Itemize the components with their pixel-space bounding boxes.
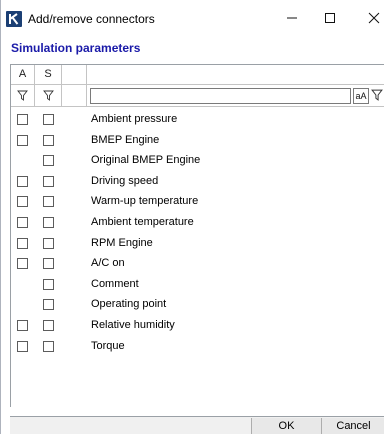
table-row[interactable]: A/C on xyxy=(11,254,384,275)
window-title: Add/remove connectors xyxy=(28,12,155,26)
column-header-s[interactable]: S xyxy=(35,65,62,84)
filter-icon xyxy=(17,90,28,101)
match-case-button[interactable]: aA xyxy=(353,88,369,104)
app-logo-icon xyxy=(6,11,22,27)
connector-label: Ambient temperature xyxy=(91,215,194,228)
a-checkbox[interactable] xyxy=(17,258,28,270)
table-row[interactable]: Operating point xyxy=(11,295,384,316)
filter-icon xyxy=(371,89,383,101)
close-button[interactable] xyxy=(351,4,384,32)
a-checkbox[interactable] xyxy=(17,319,28,331)
a-checkbox[interactable] xyxy=(17,114,28,125)
filter-icon xyxy=(42,90,54,101)
connector-label: Ambient pressure xyxy=(91,113,178,125)
s-checkbox[interactable] xyxy=(43,114,54,125)
table-row[interactable]: RPM Engine xyxy=(11,234,384,255)
column-header-a[interactable]: A xyxy=(11,65,35,84)
table-row[interactable]: Driving speed xyxy=(11,172,384,193)
table-row[interactable]: BMEP Engine xyxy=(11,131,384,152)
a-checkbox[interactable] xyxy=(17,237,28,249)
minimize-icon xyxy=(287,17,297,19)
s-checkbox[interactable] xyxy=(43,196,54,208)
s-checkbox[interactable] xyxy=(43,175,54,187)
filter-name-button[interactable] xyxy=(371,89,384,103)
s-checkbox[interactable] xyxy=(43,155,54,167)
filter-blank-cell xyxy=(62,85,87,106)
s-checkbox[interactable] xyxy=(43,134,54,146)
a-checkbox[interactable] xyxy=(17,340,28,352)
filter-s-button[interactable] xyxy=(35,85,62,106)
connector-label: Comment xyxy=(91,277,139,290)
dialog-window: Add/remove connectors Simulation paramet… xyxy=(0,0,384,434)
grid-header: A S xyxy=(11,65,384,85)
a-checkbox[interactable] xyxy=(17,175,28,187)
connector-label: Torque xyxy=(91,339,125,352)
table-row[interactable]: Warm-up temperature xyxy=(11,192,384,213)
cancel-button[interactable]: Cancel xyxy=(321,418,384,434)
connector-label: A/C on xyxy=(91,257,125,270)
connector-label: BMEP Engine xyxy=(91,133,160,146)
table-row[interactable]: Relative humidity xyxy=(11,316,384,337)
s-checkbox[interactable] xyxy=(43,319,54,331)
connector-label: Operating point xyxy=(91,298,167,311)
table-row[interactable]: Ambient pressure xyxy=(11,110,384,131)
connector-grid: A S aA Ambient pressure BMEP Engine Origin… xyxy=(10,64,384,407)
connector-label: Driving speed xyxy=(91,174,159,187)
maximize-button[interactable] xyxy=(307,4,353,32)
s-checkbox[interactable] xyxy=(43,216,54,228)
filter-a-button[interactable] xyxy=(11,85,35,106)
s-checkbox[interactable] xyxy=(43,237,54,249)
a-checkbox[interactable] xyxy=(17,216,28,228)
column-header-blank[interactable] xyxy=(62,65,87,84)
s-checkbox[interactable] xyxy=(43,340,54,352)
s-checkbox[interactable] xyxy=(43,299,54,311)
connector-label: Original BMEP Engine xyxy=(91,154,201,167)
name-filter-input[interactable] xyxy=(90,88,351,104)
title-bar[interactable]: Add/remove connectors xyxy=(1,0,384,34)
connector-label: RPM Engine xyxy=(91,236,153,249)
s-checkbox[interactable] xyxy=(43,258,54,270)
ok-button[interactable]: OK xyxy=(251,418,321,434)
close-icon xyxy=(368,12,380,24)
s-checkbox[interactable] xyxy=(43,278,54,290)
a-checkbox[interactable] xyxy=(17,196,28,208)
table-row[interactable]: Torque xyxy=(11,337,384,358)
filter-row: aA xyxy=(11,85,384,107)
a-checkbox[interactable] xyxy=(17,134,28,146)
table-row[interactable]: Original BMEP Engine xyxy=(11,151,384,172)
table-row[interactable]: Comment xyxy=(11,275,384,296)
table-row[interactable]: Ambient temperature xyxy=(11,213,384,234)
connector-label: Warm-up temperature xyxy=(91,195,199,208)
maximize-icon xyxy=(325,13,335,23)
connector-label: Relative humidity xyxy=(91,318,175,331)
connector-list: Ambient pressure BMEP Engine Original BMEP… xyxy=(11,110,384,357)
section-title: Simulation parameters xyxy=(11,41,141,55)
